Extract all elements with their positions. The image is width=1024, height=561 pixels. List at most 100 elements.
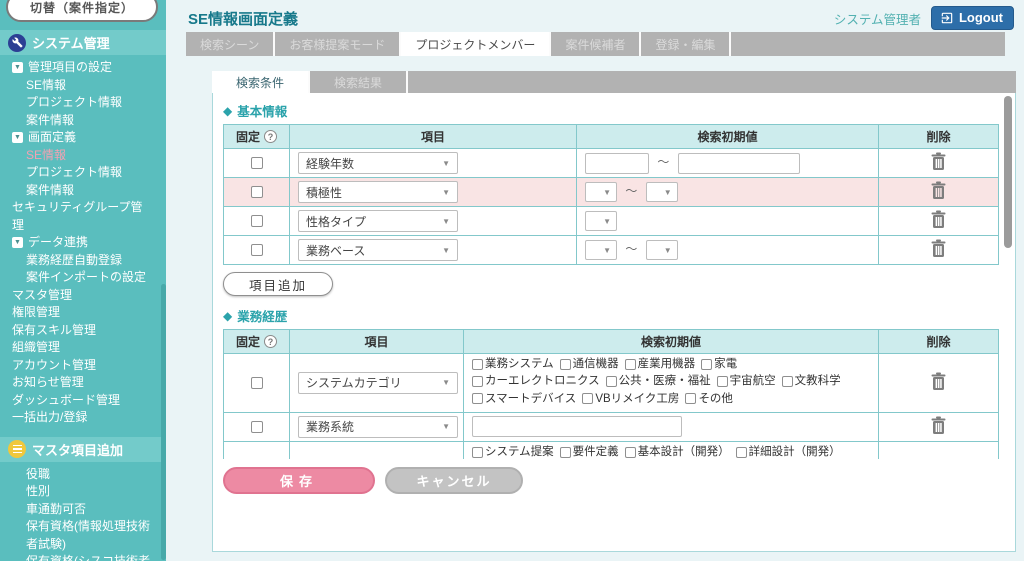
checkbox-option[interactable]: 宇宙航空 (717, 374, 776, 389)
checkbox[interactable] (717, 376, 728, 387)
search-tab[interactable]: 検索結果 (310, 71, 408, 93)
sidebar-item[interactable]: プロジェクト情報 (0, 164, 166, 182)
panel-scrollbar-thumb[interactable] (1004, 96, 1012, 248)
checkbox[interactable] (625, 447, 636, 458)
fixed-checkbox[interactable] (251, 215, 263, 227)
checkbox-option[interactable]: 公共・医療・福祉 (606, 374, 711, 389)
screen-tab[interactable]: 登録・編集 (641, 32, 731, 56)
fixed-checkbox[interactable] (251, 377, 263, 389)
checkbox[interactable] (685, 393, 696, 404)
trash-icon[interactable] (930, 239, 947, 261)
sidebar-item[interactable]: 保有資格(情報処理技術者試験) (0, 518, 166, 553)
sidebar-item[interactable]: アカウント管理 (0, 357, 166, 375)
trash-icon[interactable] (930, 372, 947, 394)
add-item-button[interactable]: 項目追加 (223, 272, 333, 296)
item-select[interactable]: 経験年数▼ (298, 152, 458, 174)
help-icon[interactable]: ? (264, 130, 277, 143)
sidebar-item[interactable]: 権限管理 (0, 304, 166, 322)
sidebar-section-master-items[interactable]: マスタ項目追加 (0, 437, 166, 462)
sidebar-item[interactable]: 案件情報 (0, 112, 166, 130)
checkbox[interactable] (701, 359, 712, 370)
chevron-down-icon[interactable]: ▼ (12, 132, 23, 143)
fixed-checkbox[interactable] (251, 421, 263, 433)
trash-icon[interactable] (930, 416, 947, 438)
sidebar-item[interactable]: 組織管理 (0, 339, 166, 357)
chevron-down-icon[interactable]: ▼ (12, 62, 23, 73)
checkbox[interactable] (472, 393, 483, 404)
item-select[interactable]: 業務系統▼ (298, 416, 458, 438)
range-from-select[interactable]: ▼ (585, 240, 617, 260)
sidebar-item[interactable]: ダッシュボード管理 (0, 392, 166, 410)
sidebar-item[interactable]: 業務経歴自動登録 (0, 252, 166, 270)
checkbox[interactable] (472, 376, 483, 387)
sidebar-section-system-admin[interactable]: システム管理 (0, 30, 166, 55)
item-select[interactable]: システムカテゴリ▼ (298, 372, 458, 394)
sidebar-item[interactable]: SE情報 (0, 147, 166, 165)
checkbox[interactable] (606, 376, 617, 387)
fixed-checkbox[interactable] (251, 186, 263, 198)
checkbox[interactable] (472, 447, 483, 458)
sidebar-item[interactable]: ▼データ連携 (0, 234, 166, 252)
checkbox-option[interactable]: 要件定義 (560, 445, 619, 459)
checkbox-option[interactable]: 文教科学 (782, 374, 841, 389)
checkbox-option[interactable]: 詳細設計（開発） (736, 445, 841, 459)
sidebar-item[interactable]: 保有資格(シスコ技術者認定資格) (0, 553, 166, 561)
fixed-checkbox[interactable] (251, 157, 263, 169)
checkbox-option[interactable]: 産業用機器 (625, 357, 696, 372)
sidebar-item[interactable]: 性別 (0, 483, 166, 501)
cancel-button[interactable]: キャンセル (385, 467, 523, 494)
checkbox-option[interactable]: VBリメイク工房 (582, 392, 679, 407)
checkbox[interactable] (560, 359, 571, 370)
logout-button[interactable]: Logout (931, 6, 1014, 30)
item-select[interactable]: 積極性▼ (298, 181, 458, 203)
item-select[interactable]: 業務ベース▼ (298, 239, 458, 261)
sidebar-item[interactable]: SE情報 (0, 77, 166, 95)
sidebar-item[interactable]: ▼管理項目の設定 (0, 59, 166, 77)
checkbox-option[interactable]: その他 (685, 392, 733, 407)
sidebar-item[interactable]: ▼画面定義 (0, 129, 166, 147)
checkbox[interactable] (736, 447, 747, 458)
sidebar-item[interactable]: お知らせ管理 (0, 374, 166, 392)
checkbox-option[interactable]: カーエレクトロニクス (472, 374, 600, 389)
sidebar-item[interactable]: マスタ管理 (0, 287, 166, 305)
search-tab[interactable]: 検索条件 (212, 71, 310, 93)
sidebar-item[interactable]: セキュリティグループ管理 (0, 199, 166, 234)
sidebar-item[interactable]: 案件インポートの設定 (0, 269, 166, 287)
trash-icon[interactable] (930, 181, 947, 203)
range-from-select[interactable]: ▼ (585, 182, 617, 202)
sidebar-item[interactable]: 一括出力/登録 (0, 409, 166, 427)
checkbox[interactable] (625, 359, 636, 370)
range-to-input[interactable] (678, 153, 800, 174)
chevron-down-icon[interactable]: ▼ (12, 237, 23, 248)
range-to-select[interactable]: ▼ (646, 182, 678, 202)
checkbox[interactable] (582, 393, 593, 404)
help-icon[interactable]: ? (264, 335, 277, 348)
panel-scrollbar[interactable] (1004, 96, 1012, 456)
checkbox-option[interactable]: 業務システム (472, 357, 554, 372)
sidebar-item[interactable]: 案件情報 (0, 182, 166, 200)
trash-icon[interactable] (930, 152, 947, 174)
checkbox[interactable] (560, 447, 571, 458)
value-input[interactable] (472, 416, 682, 437)
checkbox-option[interactable]: 家電 (701, 357, 737, 372)
screen-tab[interactable]: お客様提案モード (275, 32, 401, 56)
sidebar-item[interactable]: プロジェクト情報 (0, 94, 166, 112)
checkbox-option[interactable]: スマートデバイス (472, 392, 576, 407)
screen-tab[interactable]: プロジェクトメンバー (401, 32, 551, 56)
checkbox-option[interactable]: 通信機器 (560, 357, 619, 372)
fixed-checkbox[interactable] (251, 244, 263, 256)
save-button[interactable]: 保存 (223, 467, 375, 494)
screen-tab[interactable]: 検索シーン (186, 32, 275, 56)
range-to-select[interactable]: ▼ (646, 240, 678, 260)
range-from-input[interactable] (585, 153, 649, 174)
value-select[interactable]: ▼ (585, 211, 617, 231)
switch-case-button[interactable]: 切替（案件指定） (6, 0, 158, 22)
item-select[interactable]: 性格タイプ▼ (298, 210, 458, 232)
sidebar-item[interactable]: 役職 (0, 466, 166, 484)
trash-icon[interactable] (930, 210, 947, 232)
screen-tab[interactable]: 案件候補者 (551, 32, 641, 56)
checkbox-option[interactable]: 基本設計（開発） (625, 445, 730, 459)
checkbox[interactable] (782, 376, 793, 387)
sidebar-item[interactable]: 車通勤可否 (0, 501, 166, 519)
checkbox[interactable] (472, 359, 483, 370)
